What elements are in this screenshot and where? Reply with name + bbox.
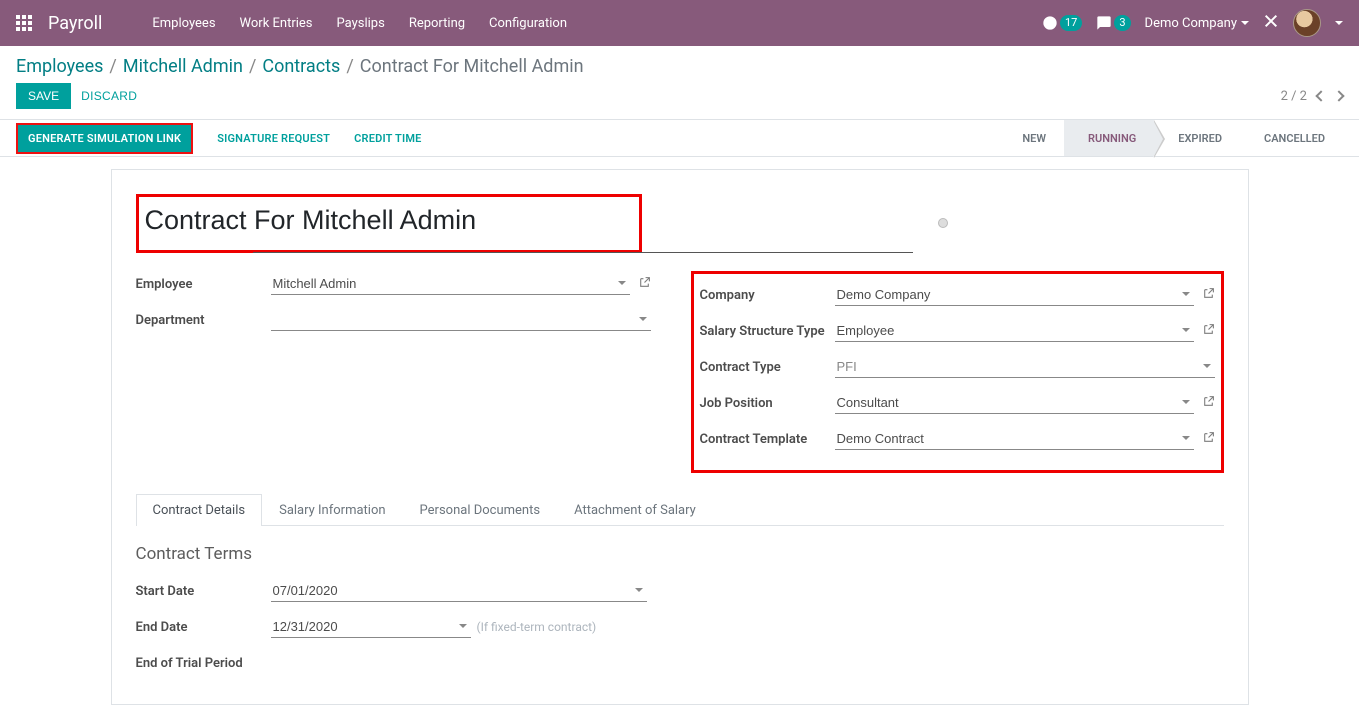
breadcrumb-current: Contract For Mitchell Admin <box>360 56 584 77</box>
form-tabs: Contract Details Salary Information Pers… <box>136 493 1224 526</box>
breadcrumb-employees[interactable]: Employees <box>16 56 103 77</box>
company-field[interactable] <box>835 284 1194 306</box>
contract-type-field[interactable] <box>835 356 1215 378</box>
job-position-label: Job Position <box>700 396 835 411</box>
discard-button[interactable]: DISCARD <box>81 89 137 103</box>
top-nav: Employees Work Entries Payslips Reportin… <box>142 8 577 39</box>
job-external-link-icon[interactable] <box>1202 395 1215 412</box>
kanban-state-icon[interactable] <box>938 218 948 228</box>
stage-cancelled[interactable]: CANCELLED <box>1240 120 1343 156</box>
credit-time-button[interactable]: CREDIT TIME <box>354 132 421 145</box>
trial-end-label: End of Trial Period <box>136 656 271 671</box>
tab-personal-documents[interactable]: Personal Documents <box>403 494 558 526</box>
department-field[interactable] <box>271 309 651 331</box>
nav-payslips[interactable]: Payslips <box>327 8 395 39</box>
sstype-external-link-icon[interactable] <box>1202 323 1215 340</box>
activity-icon[interactable]: 17 <box>1042 15 1082 31</box>
user-avatar[interactable] <box>1293 9 1321 37</box>
app-brand[interactable]: Payroll <box>48 13 102 34</box>
company-external-link-icon[interactable] <box>1202 287 1215 304</box>
nav-work-entries[interactable]: Work Entries <box>230 8 323 39</box>
pager-text: 2 / 2 <box>1281 89 1307 104</box>
messages-count: 3 <box>1114 15 1130 31</box>
contract-template-label: Contract Template <box>700 432 835 447</box>
breadcrumb-sep: / <box>346 56 353 77</box>
pager-next-icon[interactable] <box>1333 90 1344 101</box>
end-date-label: End Date <box>136 620 271 635</box>
nav-employees[interactable]: Employees <box>142 8 225 39</box>
status-stages: NEW RUNNING EXPIRED CANCELLED <box>998 120 1343 156</box>
signature-request-button[interactable]: SIGNATURE REQUEST <box>217 132 330 145</box>
messages-icon[interactable]: 3 <box>1096 15 1130 31</box>
stage-expired[interactable]: EXPIRED <box>1154 120 1240 156</box>
contract-template-field[interactable] <box>835 428 1194 450</box>
end-date-hint: (If fixed-term contract) <box>477 620 597 634</box>
contract-terms-heading: Contract Terms <box>136 544 1224 564</box>
breadcrumb-sep: / <box>249 56 256 77</box>
employee-field[interactable] <box>271 273 630 295</box>
stage-running[interactable]: RUNNING <box>1064 120 1154 156</box>
start-date-field[interactable] <box>271 580 647 602</box>
activity-count: 17 <box>1060 15 1082 31</box>
company-switcher[interactable]: Demo Company <box>1145 16 1249 31</box>
company-label: Company <box>700 288 835 303</box>
department-label: Department <box>136 313 271 328</box>
nav-reporting[interactable]: Reporting <box>399 8 475 39</box>
start-date-label: Start Date <box>136 584 271 599</box>
debug-icon[interactable] <box>1263 13 1279 33</box>
contract-name-input[interactable] <box>145 205 499 236</box>
tab-attachment-of-salary[interactable]: Attachment of Salary <box>557 494 713 526</box>
save-button[interactable]: SAVE <box>16 83 71 109</box>
nav-configuration[interactable]: Configuration <box>479 8 577 39</box>
breadcrumb: Employees / Mitchell Admin / Contracts /… <box>16 56 584 77</box>
company-name: Demo Company <box>1145 16 1237 31</box>
breadcrumb-mitchell[interactable]: Mitchell Admin <box>123 56 243 77</box>
end-date-field[interactable] <box>271 616 471 638</box>
tab-salary-information[interactable]: Salary Information <box>262 494 402 526</box>
employee-external-link-icon[interactable] <box>638 276 651 293</box>
apps-icon[interactable] <box>16 15 32 31</box>
generate-simulation-link-button[interactable]: GENERATE SIMULATION LINK <box>16 123 193 154</box>
pager-prev-icon[interactable] <box>1315 90 1326 101</box>
breadcrumb-contracts[interactable]: Contracts <box>262 56 340 77</box>
form-sheet: Employee Department Co <box>111 169 1249 705</box>
contract-type-label: Contract Type <box>700 360 835 375</box>
salary-structure-type-label: Salary Structure Type <box>700 324 835 339</box>
job-position-field[interactable] <box>835 392 1194 414</box>
tab-contract-details[interactable]: Contract Details <box>136 494 263 526</box>
stage-new[interactable]: NEW <box>998 120 1064 156</box>
chevron-down-icon <box>1241 21 1249 25</box>
salary-structure-type-field[interactable] <box>835 320 1194 342</box>
breadcrumb-sep: / <box>109 56 116 77</box>
template-external-link-icon[interactable] <box>1202 431 1215 448</box>
user-menu-caret[interactable] <box>1335 21 1343 25</box>
employee-label: Employee <box>136 277 271 292</box>
